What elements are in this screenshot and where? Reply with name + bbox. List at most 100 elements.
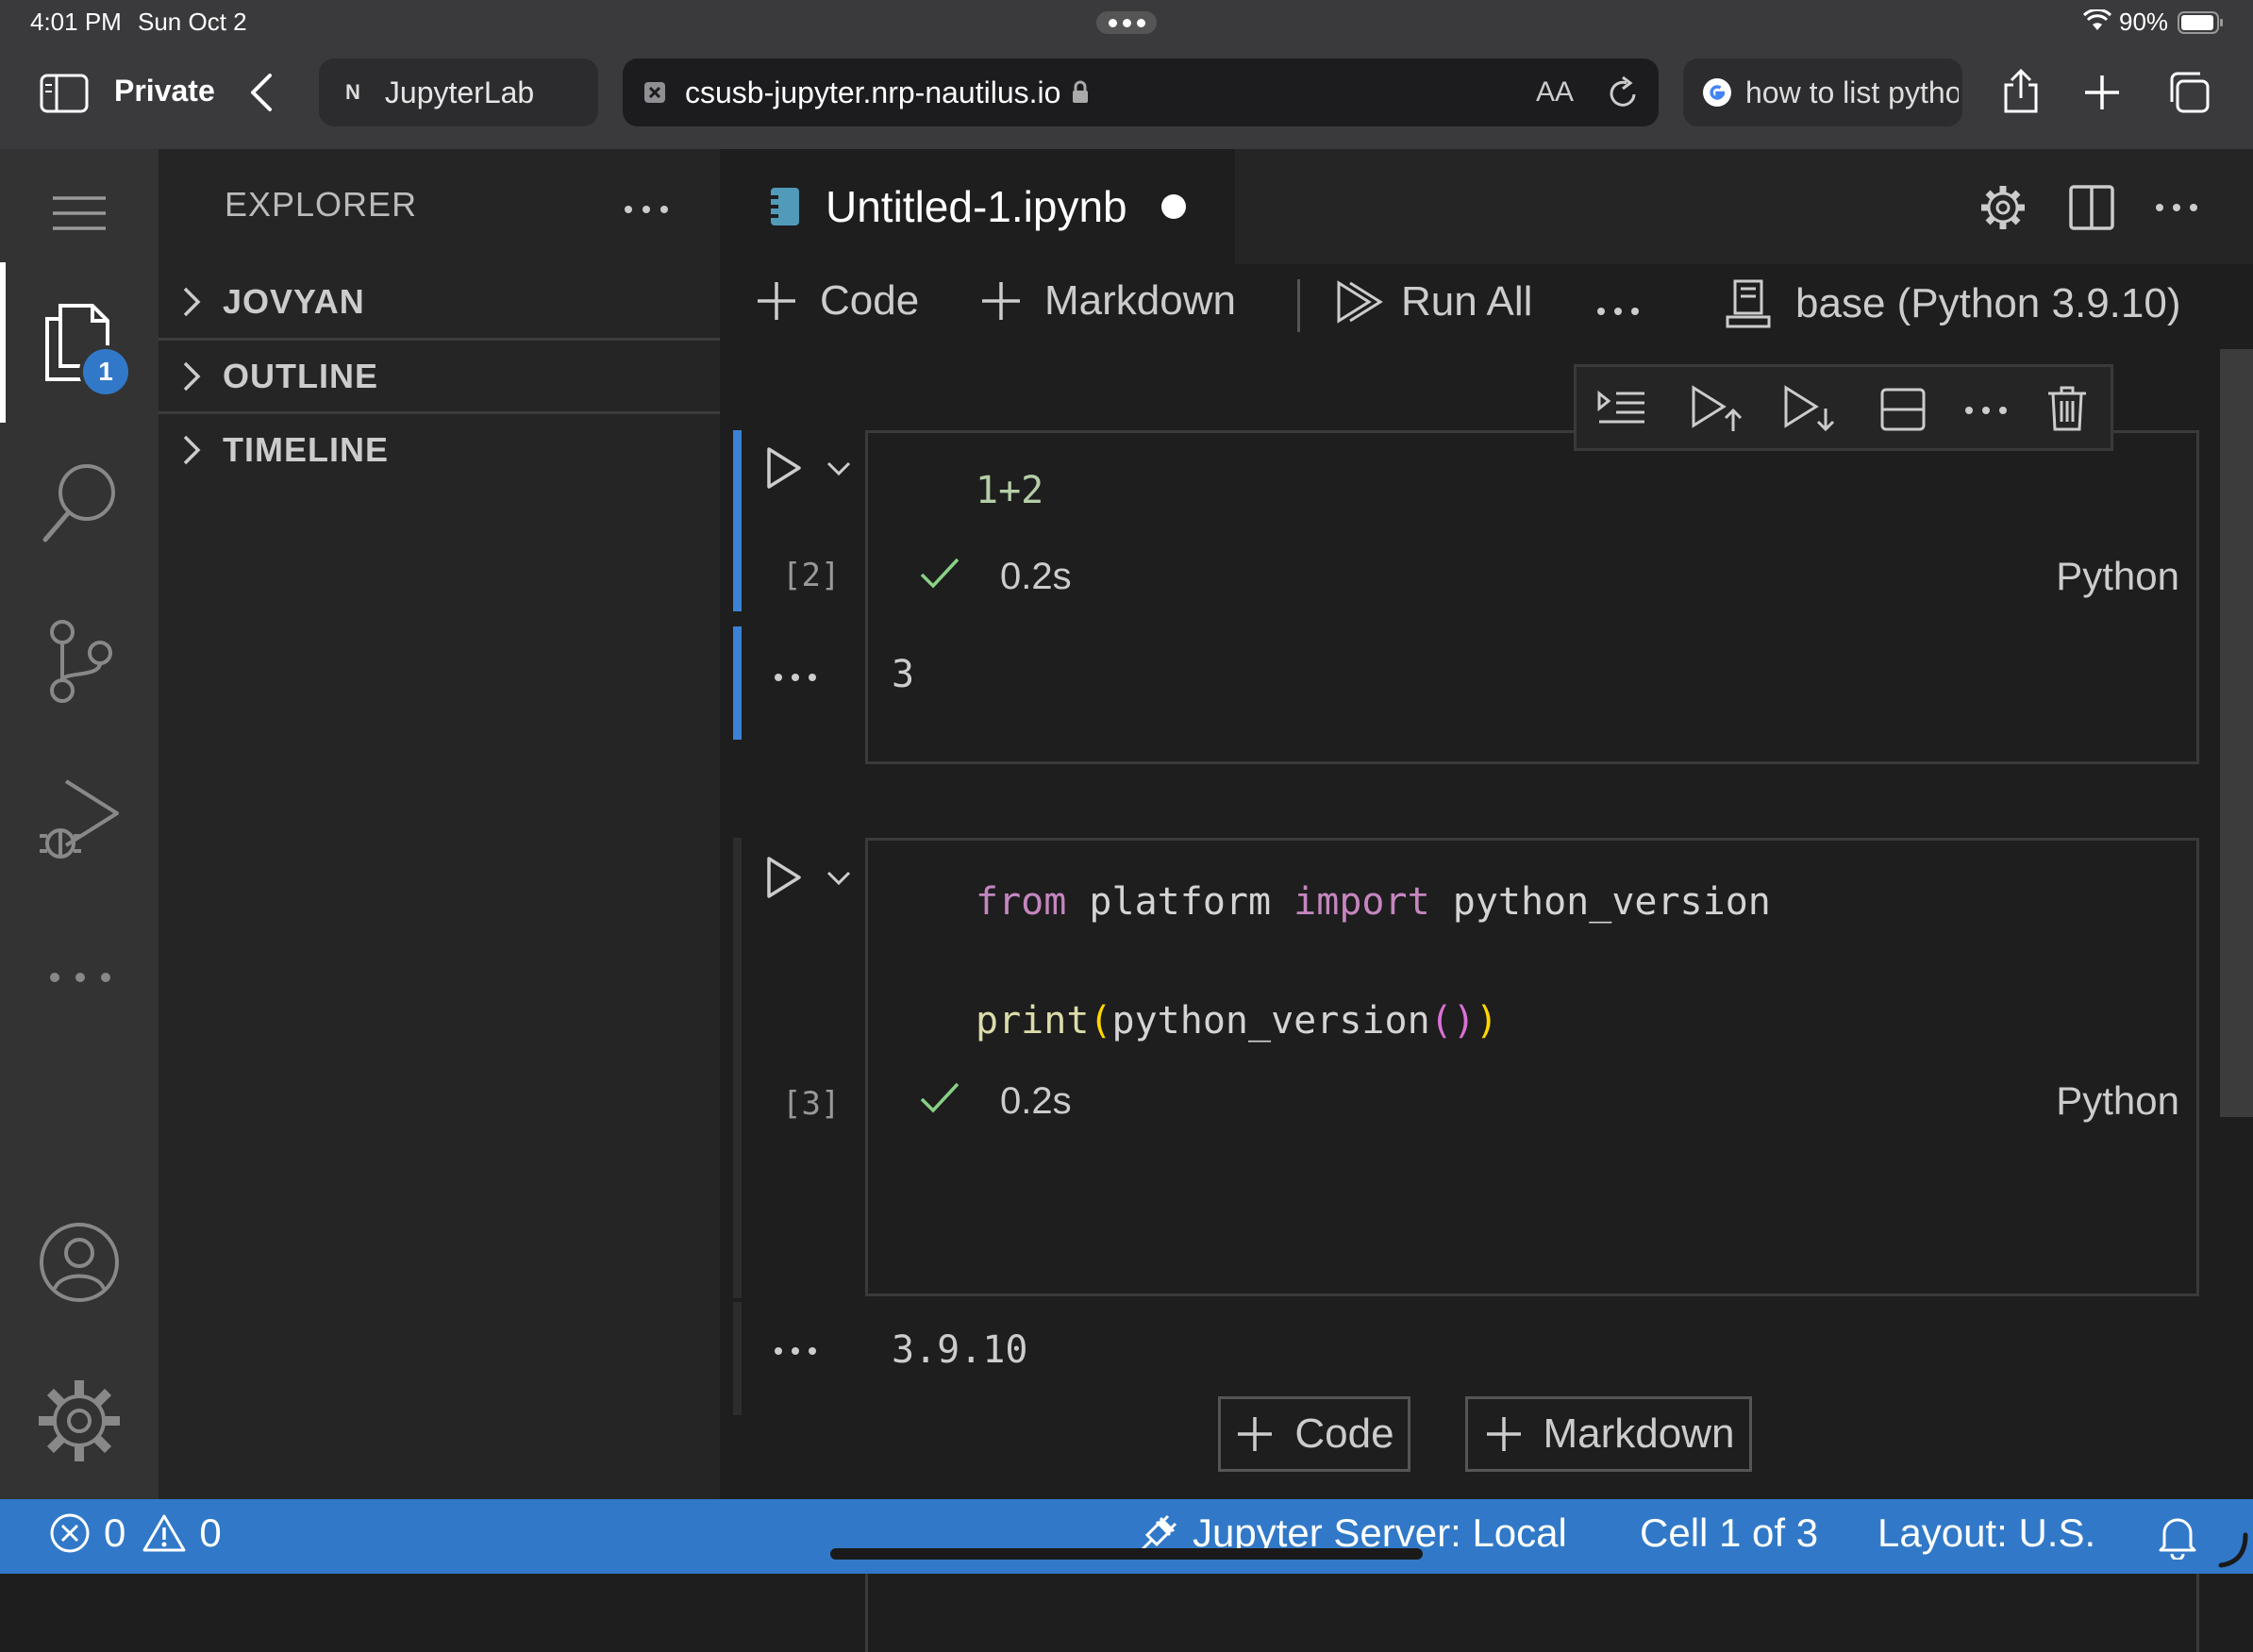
accounts-icon[interactable] [38,1221,121,1304]
multitasking-dots[interactable] [1096,11,1157,34]
wifi-icon [2083,9,2111,32]
vertical-scrollbar[interactable] [2220,349,2253,1117]
unsaved-dot-icon[interactable] [1160,194,1186,219]
browser-tab-jupyterlab[interactable]: N JupyterLab [319,58,598,126]
tab-overview-icon[interactable] [2166,70,2211,115]
browser-tab-search[interactable]: how to list pytho [1683,58,1962,126]
paren: ( [1089,999,1112,1043]
keyboard-layout[interactable]: Layout: U.S. [1878,1510,2095,1556]
notifications-bell-icon[interactable] [2157,1512,2198,1560]
chevron-right-icon [181,285,202,319]
cell-language[interactable]: Python [2056,554,2179,599]
insert-markdown-cell-button[interactable]: Markdown [1465,1396,1752,1472]
cell-output: 3 [892,653,915,696]
kernel-label: base (Python 3.9.10) [1795,280,2181,326]
cell-output: 3.9.10 [892,1328,1028,1372]
run-cell-icon[interactable] [765,855,803,900]
section-timeline[interactable]: TIMELINE [159,414,720,486]
code-line-print[interactable]: print(python_version()) [976,999,1498,1043]
share-icon[interactable] [2000,68,2042,115]
run-and-debug-icon[interactable] [36,776,121,866]
source-control-icon[interactable] [43,619,119,704]
plus-icon [1486,1417,1521,1451]
insert-code-cell-button[interactable]: Code [1218,1396,1410,1472]
plus-icon [758,282,795,320]
address-bar[interactable]: csusb-jupyter.nrp-nautilus.io AA [623,58,1659,126]
battery-icon [2178,11,2225,34]
chevron-down-icon[interactable] [826,870,852,887]
keyword-import: import [1293,880,1430,924]
paren: ) [1475,999,1498,1043]
run-above-icon[interactable] [1690,384,1743,433]
warning-icon [142,1514,186,1552]
close-tab-icon[interactable] [643,81,666,104]
cell-more-icon[interactable] [1963,405,2009,416]
output-focus-bar [733,626,742,740]
google-icon [1702,77,1732,108]
section-jovyan[interactable]: JOVYAN [159,266,720,338]
execution-count: [3] [782,1085,841,1123]
chevron-down-icon[interactable] [826,460,852,477]
cell-position[interactable]: Cell 1 of 3 [1640,1510,1818,1556]
cell-code[interactable]: 1+2 [976,469,1043,512]
browser-chrome: 4:01 PM Sun Oct 2 90% Private N JupyterL… [0,0,2253,149]
chevron-right-icon [181,433,202,467]
module-name: platform [1066,880,1294,924]
text-size-button[interactable]: AA [1536,76,1574,108]
split-editor-icon[interactable] [2069,185,2114,230]
execution-count: [2] [782,557,841,594]
imported-name: python_version [1429,880,1771,924]
output-more-icon[interactable] [773,1345,818,1357]
run-cell-icon[interactable] [765,445,803,491]
sidebar-toggle-icon[interactable] [40,74,89,113]
button-label: Code [820,277,920,324]
cell-toolbar [1574,364,2113,451]
button-label: Code [1294,1410,1394,1457]
address-text: csusb-jupyter.nrp-nautilus.io [685,75,1061,109]
output-gutter-bar [733,1302,742,1415]
function-print: print [976,999,1090,1043]
section-outline[interactable]: OUTLINE [159,341,720,412]
menu-icon[interactable] [51,194,108,232]
add-code-cell-button[interactable]: Code [754,277,919,325]
active-view-indicator [0,262,6,423]
delete-cell-trash-icon[interactable] [2046,384,2088,433]
tab-untitled-notebook[interactable]: Untitled-1.ipynb [720,149,1235,264]
settings-gear-icon[interactable] [1978,183,2028,232]
home-indicator[interactable] [830,1548,1423,1560]
code-cell-2[interactable]: from platform import python_version prin… [865,838,2199,1296]
problems-indicator[interactable]: 0 0 [49,1510,222,1556]
code-cell-1[interactable]: 1+2 0.2s Python [865,430,2199,764]
sidebar-more-icon[interactable] [623,204,670,215]
system-date: Sun Oct 2 [138,8,247,36]
search-icon[interactable] [40,460,121,545]
button-label: Markdown [1543,1410,1735,1457]
run-all-icon [1337,280,1383,324]
reload-icon[interactable] [1606,74,1640,111]
code-line-import[interactable]: from platform import python_version [976,880,1771,924]
toolbar-divider [1297,279,1300,332]
new-tab-plus-icon[interactable] [2083,74,2121,111]
button-label: Run All [1401,278,1533,325]
run-below-icon[interactable] [1782,384,1835,433]
private-label[interactable]: Private [114,74,215,108]
editor-more-icon[interactable] [2154,202,2199,213]
kernel-picker-button[interactable]: base (Python 3.9.10) [1722,277,2180,330]
more-views-icon[interactable] [47,970,113,985]
chevron-right-icon [181,359,202,393]
toolbar-more-icon[interactable] [1595,306,1641,317]
execute-above-icon[interactable] [1595,386,1648,431]
cell-language[interactable]: Python [2056,1078,2179,1124]
notebook-editor: Untitled-1.ipynb Code Markdown Run All b… [720,149,2253,1652]
tab-favicon: N [345,80,360,104]
manage-gear-icon[interactable] [38,1379,121,1462]
back-chevron-icon[interactable] [247,72,275,113]
add-markdown-cell-button[interactable]: Markdown [978,277,1236,325]
output-more-icon[interactable] [773,672,818,683]
split-cell-icon[interactable] [1880,388,1926,431]
status-bar: 0 0 Jupyter Server: Local Cell 1 of 3 La… [0,1499,2253,1574]
run-all-button[interactable]: Run All [1335,277,1532,326]
section-label: OUTLINE [223,357,378,395]
tab-title: Untitled-1.ipynb [826,182,1127,231]
success-check-icon [919,556,960,590]
